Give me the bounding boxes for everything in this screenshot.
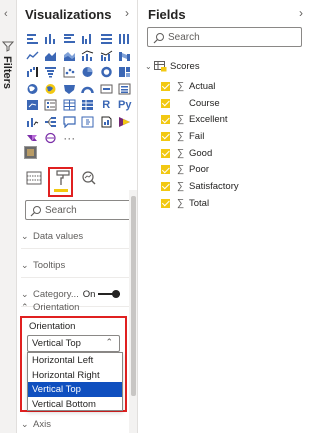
field-name: Poor [189, 164, 210, 176]
field-name: Fail [189, 130, 205, 142]
field-item-total[interactable]: ∑ Total [161, 195, 239, 212]
chevron-down-icon: ⌄ [21, 288, 29, 299]
checkbox-checked[interactable] [161, 131, 170, 141]
sigma-icon: ∑ [177, 147, 185, 159]
scrollbar-thumb[interactable] [131, 196, 136, 396]
section-label: Category... [33, 288, 79, 300]
orientation-selected-value: Vertical Top [32, 338, 81, 349]
fields-search-box[interactable] [147, 27, 302, 47]
sigma-icon: ∑ [177, 197, 185, 209]
checkbox-checked[interactable] [161, 115, 170, 125]
section-label: Orientation [33, 301, 80, 313]
dropdown-option[interactable]: Horizontal Left [28, 353, 122, 368]
section-tooltips[interactable]: ⌄ Tooltips [21, 254, 135, 276]
chevron-down-icon[interactable]: ⌄ [145, 62, 153, 71]
sigma-icon: ∑ [177, 114, 185, 126]
fields-title: Fields [148, 7, 186, 22]
section-data-values[interactable]: ⌄ Data values [21, 225, 135, 247]
chevron-down-icon: ⌄ [21, 230, 29, 241]
fields-search-input[interactable] [168, 30, 293, 44]
checkbox-checked[interactable] [161, 148, 170, 158]
dropdown-option[interactable]: Vertical Bottom [28, 397, 122, 412]
format-search-box[interactable] [25, 200, 135, 220]
checkbox-checked[interactable] [161, 98, 170, 108]
table-node-scores[interactable]: ⌄ Scores [145, 59, 200, 73]
field-item-fail[interactable]: ∑ Fail [161, 128, 239, 145]
funnel-icon [2, 41, 14, 52]
orientation-select[interactable]: Vertical Top ⌃ [27, 335, 120, 352]
active-tab-indicator [54, 189, 68, 192]
checkbox-checked[interactable] [161, 198, 170, 208]
checkbox-checked[interactable] [161, 181, 170, 191]
dropdown-option-selected[interactable]: Vertical Top [28, 382, 122, 397]
chevron-left-icon[interactable]: ‹ [4, 8, 8, 20]
checkbox-checked[interactable] [161, 81, 170, 91]
sigma-icon: ∑ [177, 180, 185, 192]
table-name: Scores [170, 60, 200, 72]
field-item-actual[interactable]: ∑ Actual [161, 78, 239, 95]
toggle-state-label: On [82, 288, 96, 300]
field-list: ∑ Actual Course ∑ Excellent ∑ Fail ∑ Good ∑ P… [161, 78, 239, 212]
field-item-excellent[interactable]: ∑ Excellent [161, 111, 239, 128]
filters-pane-collapsed[interactable]: ‹ Filters [0, 0, 17, 433]
viz-pane-overlay: ⌄ Data values ⌄ Tooltips ⌄ Category... O… [17, 0, 138, 433]
field-name: Course [189, 97, 220, 109]
field-name: Total [189, 197, 210, 209]
chevron-right-icon[interactable]: › [299, 6, 303, 20]
table-icon [154, 60, 167, 71]
field-item-satisfactory[interactable]: ∑ Satisfactory [161, 178, 239, 195]
search-icon [30, 206, 41, 217]
field-item-poor[interactable]: ∑ Poor [161, 161, 239, 178]
field-name: Actual [189, 80, 216, 92]
section-label: Tooltips [33, 259, 66, 271]
orientation-label: Orientation [29, 321, 76, 332]
fields-well-icon[interactable] [25, 169, 43, 187]
divider [21, 248, 135, 249]
pane-tabs [17, 164, 138, 192]
sigma-icon: ∑ [177, 130, 185, 142]
category-toggle[interactable] [98, 289, 121, 299]
field-name: Satisfactory [189, 180, 239, 192]
chevron-down-icon: ⌄ [21, 418, 29, 429]
chevron-down-icon: ⌄ [21, 259, 29, 270]
section-axis[interactable]: ⌄ Axis [21, 413, 135, 433]
field-name: Excellent [189, 114, 228, 126]
format-search-input[interactable] [45, 203, 130, 217]
sigma-icon: ∑ [177, 80, 185, 92]
search-icon [153, 33, 164, 44]
checkbox-checked[interactable] [161, 165, 170, 175]
sigma-icon: ∑ [177, 164, 185, 176]
field-item-good[interactable]: ∑ Good [161, 145, 239, 162]
fields-pane: Fields › ⌄ Scores ∑ Actual Course ∑ Excell… [139, 0, 311, 433]
filters-label[interactable]: Filters [1, 56, 13, 89]
orientation-dropdown-list: Horizontal Left Horizontal Right Vertica… [27, 352, 123, 411]
section-orientation[interactable]: ⌃ Orientation [21, 300, 135, 314]
chevron-up-icon: ⌃ [105, 337, 113, 347]
field-item-course[interactable]: Course [161, 95, 239, 112]
chevron-up-icon: ⌃ [21, 301, 29, 312]
format-tab-highlight [48, 167, 73, 197]
magnifier-analytics-icon[interactable] [80, 169, 98, 187]
section-label: Axis [33, 418, 51, 430]
dropdown-option[interactable]: Horizontal Right [28, 368, 122, 383]
section-label: Data values [33, 230, 84, 242]
divider [21, 277, 135, 278]
field-name: Good [189, 147, 213, 159]
